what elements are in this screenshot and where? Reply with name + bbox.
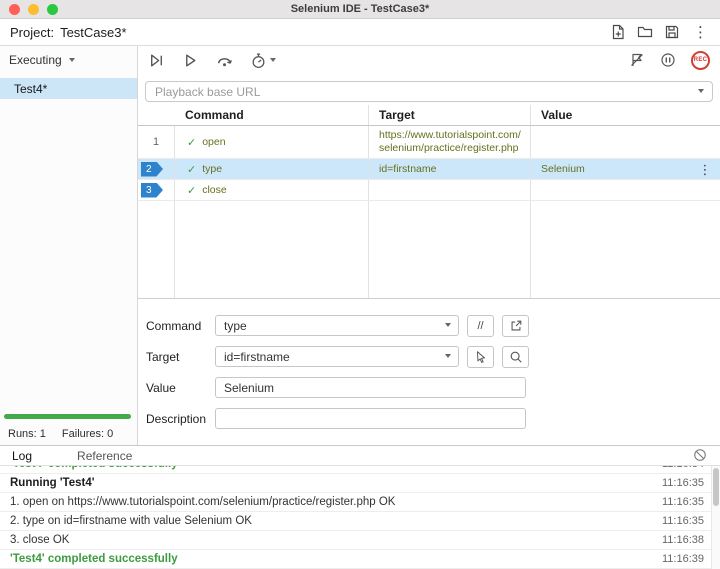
- log-timestamp: 11:16:35: [661, 477, 704, 489]
- log-entry: 'Test4' completed successfully 11:16:34: [0, 466, 720, 474]
- clear-log-icon[interactable]: [693, 448, 707, 465]
- comment-glyph: //: [477, 319, 484, 332]
- toolbar-right: REC: [629, 50, 710, 70]
- command-field-label: Command: [146, 318, 202, 333]
- failures-count: Failures: 0: [61, 428, 114, 440]
- open-reference-button[interactable]: [502, 314, 529, 337]
- chevron-down-icon: [68, 58, 75, 62]
- description-field[interactable]: [215, 408, 526, 429]
- window-controls: [9, 3, 58, 15]
- description-field-label: Description: [146, 411, 207, 426]
- minimize-window-button[interactable]: [28, 3, 39, 15]
- disable-breakpoints-button[interactable]: [629, 52, 645, 68]
- passed-check-icon: ✓: [187, 136, 197, 149]
- tab-log[interactable]: Log: [12, 449, 32, 463]
- main-column: REC Command Target Value: [138, 46, 720, 445]
- command-target: https://www.tutorialspoint.com/selenium/…: [379, 129, 521, 154]
- passed-check-icon: ✓: [187, 184, 197, 197]
- project-name: TestCase3*: [60, 24, 127, 40]
- command-name: open: [202, 136, 226, 148]
- chevron-down-icon: [445, 354, 451, 358]
- scrollbar-thumb[interactable]: [713, 468, 719, 506]
- tests-sidebar: Executing Test4* Runs: 1 Failures: 0: [0, 46, 138, 445]
- chevron-down-icon: [270, 58, 276, 62]
- column-header-value: Value: [530, 105, 690, 125]
- commands-table-header: Command Target Value: [138, 105, 720, 126]
- find-target-button[interactable]: [502, 345, 529, 368]
- project-bar: Project: TestCase3* ⋮: [0, 19, 720, 46]
- playback-base-url-input[interactable]: [145, 81, 713, 102]
- log-timestamp: 11:16:38: [661, 534, 704, 546]
- selenium-ide-window: Selenium IDE - TestCase3* Project: TestC…: [0, 0, 720, 569]
- log-timestamp: 11:16:35: [661, 515, 704, 527]
- row-menu-icon[interactable]: ⋮: [690, 159, 720, 179]
- select-target-button[interactable]: [467, 345, 494, 368]
- runs-count: Runs: 1: [8, 428, 46, 440]
- test-speed-button[interactable]: [250, 52, 276, 69]
- column-header-target: Target: [368, 105, 530, 125]
- command-field[interactable]: [215, 315, 459, 336]
- project-label: Project:: [10, 24, 55, 40]
- target-field-label: Target: [146, 349, 180, 364]
- target-field[interactable]: [215, 346, 459, 367]
- new-project-icon[interactable]: [610, 24, 626, 40]
- log-timestamp: 11:16:35: [661, 496, 704, 508]
- log-timestamp: 11:16:39: [661, 553, 704, 565]
- run-progress-bar: [4, 414, 131, 419]
- playback-toolbar: REC: [138, 46, 720, 74]
- log-entry: 2. type on id=firstname with value Selen…: [0, 512, 720, 531]
- test-editor-area: Command Target Value 1 ✓ open https://ww…: [138, 74, 720, 445]
- chevron-down-icon: [445, 323, 451, 327]
- execution-marker: 2: [141, 161, 163, 177]
- playback-url-dropdown-icon[interactable]: [698, 89, 704, 93]
- sidebar-footer: Runs: 1 Failures: 0: [0, 414, 137, 445]
- commands-table: Command Target Value 1 ✓ open https://ww…: [138, 105, 720, 298]
- test-state-dropdown[interactable]: Executing: [0, 46, 137, 74]
- log-entry: 1. open on https://www.tutorialspoint.co…: [0, 493, 720, 512]
- commands-table-empty-area[interactable]: [138, 201, 720, 298]
- run-all-tests-button[interactable]: [148, 52, 165, 69]
- log-scrollbar[interactable]: [711, 466, 720, 569]
- log-list: 'Test4' completed successfully 11:16:34 …: [0, 465, 720, 569]
- window-title: Selenium IDE - TestCase3*: [290, 3, 430, 15]
- passed-check-icon: ✓: [187, 163, 197, 176]
- command-target: id=firstname: [379, 162, 437, 175]
- command-name: type: [202, 163, 223, 175]
- run-current-test-button[interactable]: [182, 52, 199, 69]
- column-header-command: Command: [185, 108, 244, 122]
- test-state-label: Executing: [9, 53, 62, 67]
- zoom-window-button[interactable]: [47, 3, 58, 15]
- pause-on-exceptions-button[interactable]: [660, 52, 676, 68]
- open-project-icon[interactable]: [637, 24, 653, 40]
- project-actions: ⋮: [610, 24, 710, 40]
- titlebar: Selenium IDE - TestCase3*: [0, 0, 720, 19]
- log-panel: Log Reference 'Test4' completed successf…: [0, 445, 720, 569]
- command-row-close[interactable]: 3 ✓ close: [138, 180, 720, 201]
- save-project-icon[interactable]: [664, 24, 680, 40]
- execution-marker: 3: [141, 182, 163, 198]
- log-entry: Running 'Test4' 11:16:35: [0, 474, 720, 493]
- tab-reference[interactable]: Reference: [77, 449, 132, 463]
- project-menu-icon[interactable]: ⋮: [691, 25, 710, 40]
- playback-url-combo: [145, 81, 713, 102]
- command-value: Selenium: [541, 163, 585, 175]
- command-editor-form: Command // Target: [138, 298, 720, 445]
- log-tabbar: Log Reference: [0, 446, 720, 465]
- command-name: close: [202, 184, 227, 196]
- close-window-button[interactable]: [9, 3, 20, 15]
- toggle-comment-button[interactable]: //: [467, 314, 494, 337]
- record-button[interactable]: REC: [691, 50, 710, 70]
- command-row-type[interactable]: 2 ✓ type id=firstname Selenium ⋮: [138, 159, 720, 180]
- value-field[interactable]: [215, 377, 526, 398]
- log-timestamp: 11:16:34: [662, 466, 704, 470]
- step-over-button[interactable]: [216, 52, 233, 69]
- command-row-open[interactable]: 1 ✓ open https://www.tutorialspoint.com/…: [138, 126, 720, 159]
- value-field-label: Value: [146, 380, 176, 395]
- log-entry: 'Test4' completed successfully 11:16:39: [0, 550, 720, 569]
- sidebar-item-test4[interactable]: Test4*: [0, 78, 137, 99]
- workspace: Executing Test4* Runs: 1 Failures: 0 REC…: [0, 46, 720, 445]
- row-number: 1: [138, 126, 175, 158]
- log-entry: 3. close OK 11:16:38: [0, 531, 720, 550]
- test-name-label: Test4*: [14, 81, 48, 96]
